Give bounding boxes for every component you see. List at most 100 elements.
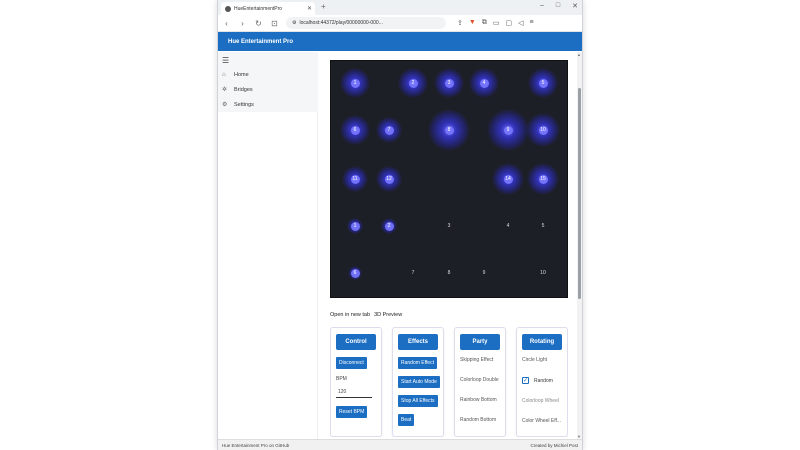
party-option[interactable]: Random Bottom [460,417,500,423]
light-node: 10 [526,113,560,147]
minimize-button[interactable]: – [540,2,544,10]
light-node: 10 [537,267,549,279]
light-node: 4 [469,68,499,98]
close-tab-icon[interactable]: ✕ [307,5,312,12]
back-arrow-icon[interactable]: ‹ [222,19,231,28]
hamburger-icon[interactable]: ☰ [218,52,317,67]
wallet-icon[interactable]: ▢ [505,19,512,27]
light-node: 1 [347,218,363,234]
light-node: 3 [434,68,464,98]
site-info-icon[interactable]: ⚙ [292,20,296,26]
bookmark-icon[interactable]: ⊡ [270,19,279,28]
home-icon: ⌂ [222,71,226,78]
light-node: 7 [407,267,419,279]
app-header: Hue Entertainment Pro [218,32,582,51]
bridge-icon: ✲ [222,87,228,93]
light-label: 8 [447,270,451,276]
light-preview-canvas: 1 2 3 4 5 6 7 8 9 10 11 12 14 15 1 2 3 4 5 6 7 8 9 10 [330,60,568,298]
light-label: 2 [384,221,394,231]
light-node: 14 [492,163,524,195]
effects-card: Effects Random Effect Start Auto Mode St… [392,327,444,437]
light-label: 6 [350,268,360,278]
light-node: 9 [487,109,529,151]
light-node: 15 [527,163,559,195]
light-label: 8 [444,125,454,135]
light-label: 5 [541,223,545,229]
forward-arrow-icon[interactable]: › [238,19,247,28]
effect-cards: Control Disconnect BPM 120 Reset BPM Eff… [330,327,568,437]
random-effect-button[interactable]: Random Effect [398,357,437,369]
sidebar-item-label: Home [234,71,249,78]
brave-shield-icon[interactable]: ▼ [469,19,476,27]
light-label: 2 [408,78,418,88]
sidebar-item-settings[interactable]: ⚙ Settings [218,97,317,112]
light-label: 6 [350,125,360,135]
bpm-input[interactable]: 120 [336,387,372,398]
disconnect-button[interactable]: Disconnect [336,357,367,369]
extensions-icon[interactable]: ⧉ [482,19,487,27]
address-bar[interactable]: ⚙ localhost:44372/play/00000000-000... [286,17,446,29]
share-icon[interactable]: ⇪ [457,19,463,27]
gear-icon: ⚙ [222,102,228,108]
scrollbar-thumb[interactable] [578,88,581,299]
party-option[interactable]: Rainbow Bottom [460,397,500,403]
sidebar-toggle-icon[interactable]: ▭ [493,19,500,27]
light-node: 6 [348,266,362,280]
page-body: ☰ ⌂ Home ✲ Bridges ⚙ Settings 1234567891… [218,52,582,439]
reload-icon[interactable]: ↻ [254,19,263,28]
light-node: 5 [537,220,549,232]
new-tab-button[interactable]: + [321,2,326,11]
light-node: 6 [340,115,370,145]
github-link[interactable]: Hue Entertainment Pro on GitHub [222,443,289,448]
close-window-button[interactable]: ✕ [572,2,578,10]
light-node: 9 [478,267,490,279]
rotating-option[interactable]: Circle Light [522,357,562,363]
open-new-tab-link[interactable]: Open in new tab [330,312,370,318]
light-node: 1 [340,68,370,98]
sidebar-item-home[interactable]: ⌂ Home [218,67,317,82]
vpn-icon[interactable]: ◁ [518,19,523,27]
scroll-up-icon[interactable]: ▲ [577,52,581,57]
url-text: localhost:44372/play/00000000-000... [299,20,383,26]
sidebar: ☰ ⌂ Home ✲ Bridges ⚙ Settings [218,52,318,439]
sidebar-item-label: Settings [234,101,254,108]
rotating-option[interactable]: Colorloop Wheel [522,398,562,404]
random-checkbox-row[interactable]: ✓ Random [522,377,562,384]
light-label: 12 [384,174,394,184]
light-label: 4 [506,223,510,229]
rotating-option[interactable]: Color Wheel Eff... [522,418,562,424]
card-title: Rotating [522,334,562,350]
light-label: 4 [479,78,489,88]
rotating-card: Rotating Circle Light ✓ Random Colorloop… [516,327,568,437]
bpm-label: BPM [336,376,347,382]
party-option[interactable]: Skipping Effect [460,357,500,363]
app-footer: Hue Entertainment Pro on GitHub Created … [218,439,582,450]
light-label: 5 [538,78,548,88]
browser-tab[interactable]: HueEntertainmentPro ✕ [221,2,315,15]
app-title[interactable]: Hue Entertainment Pro [228,39,293,45]
toolbar-icons: ⇪ ▼ ⧉ ▭ ▢ ◁ ≡ [457,19,534,27]
stop-all-effects-button[interactable]: Stop All Effects [398,395,438,407]
reset-bpm-button[interactable]: Reset BPM [336,406,368,418]
window-controls: – □ ✕ [540,2,578,10]
page-scrollbar[interactable]: ▲ ▼ [577,52,582,439]
sidebar-item-label: Bridges [234,86,253,93]
light-node: 11 [342,166,368,192]
light-label: 14 [503,174,513,184]
sidebar-item-bridges[interactable]: ✲ Bridges [218,82,317,97]
light-node: 7 [376,117,402,143]
light-label: 3 [444,78,454,88]
beat-button[interactable]: Beat [398,414,415,426]
light-node: 5 [528,68,558,98]
party-option[interactable]: Colorloop Double [460,377,500,383]
control-card: Control Disconnect BPM 120 Reset BPM [330,327,382,437]
light-label: 9 [503,125,513,135]
menu-icon[interactable]: ≡ [529,19,533,27]
3d-preview-link[interactable]: 3D Preview [374,312,402,318]
card-title: Control [336,334,376,350]
start-auto-mode-button[interactable]: Start Auto Mode [398,376,440,388]
maximize-button[interactable]: □ [556,2,560,10]
light-label: 7 [411,270,415,276]
light-node: 4 [502,220,514,232]
check-icon[interactable]: ✓ [522,377,529,384]
